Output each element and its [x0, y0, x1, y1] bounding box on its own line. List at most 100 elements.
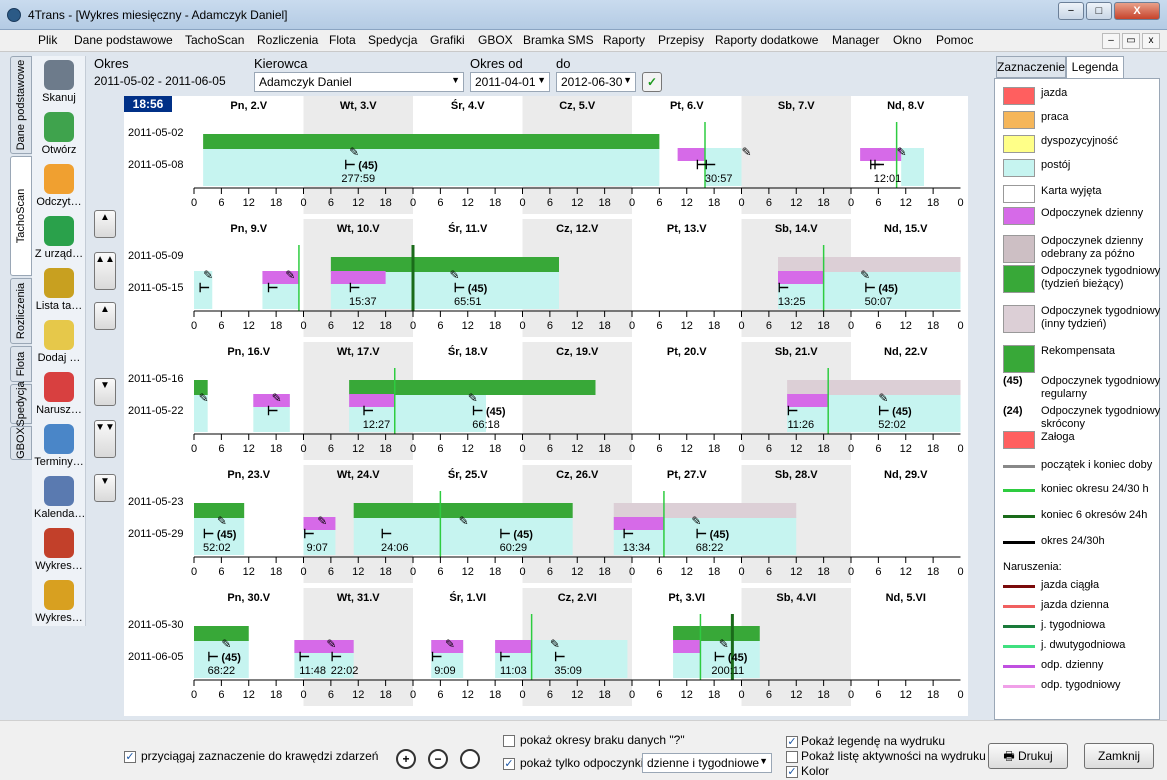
toolbar-button-7[interactable]: Terminy… [34, 420, 84, 478]
green-rest-bar[interactable] [203, 134, 660, 149]
toolbar-icon [44, 580, 74, 610]
cyan-rest-bar[interactable] [203, 148, 660, 186]
mdi-button-1[interactable]: ▭ [1122, 33, 1140, 49]
pencil-icon[interactable]: ✎ [742, 145, 752, 159]
color-checkbox[interactable]: ✓ [786, 766, 798, 778]
mdi-button-0[interactable]: – [1102, 33, 1120, 49]
pencil-icon[interactable]: ✎ [450, 268, 460, 282]
day-label: Sb, 28.V [775, 469, 818, 481]
grey-rest-bar[interactable] [787, 380, 961, 395]
menu-item-14[interactable]: Pomoc [936, 33, 973, 47]
snap-checkbox[interactable]: ✓ [124, 751, 136, 763]
week-nav-button-4[interactable]: ▼▼ [94, 420, 116, 458]
activity-print-checkbox[interactable] [786, 751, 798, 763]
toolbar-button-1[interactable]: Otwórz [34, 108, 84, 166]
left-tab-1[interactable]: TachoScan [10, 156, 32, 276]
pencil-icon[interactable]: ✎ [326, 637, 336, 651]
hour-tick-label: 18 [818, 689, 830, 701]
toolbar-button-3[interactable]: Z urząd… [34, 212, 84, 270]
menu-item-0[interactable]: Plik [38, 33, 57, 47]
pencil-icon[interactable]: ✎ [691, 514, 701, 528]
menu-item-4[interactable]: Flota [329, 33, 356, 47]
menu-item-13[interactable]: Okno [893, 33, 922, 47]
menu-item-3[interactable]: Rozliczenia [257, 33, 318, 47]
left-tab-3[interactable]: Flota [10, 346, 32, 382]
menu-item-12[interactable]: Manager [832, 33, 879, 47]
close-window-button[interactable]: Zamknij [1084, 743, 1154, 769]
menu-item-2[interactable]: TachoScan [185, 33, 244, 47]
week-nav-button-3[interactable]: ▼ [94, 378, 116, 406]
kierowca-select[interactable]: Adamczyk Daniel ▼ [254, 72, 464, 92]
menu-item-6[interactable]: Grafiki [430, 33, 465, 47]
toolbar-button-10[interactable]: Wykres… [34, 576, 84, 634]
legend-print-checkbox[interactable]: ✓ [786, 736, 798, 748]
menu-item-11[interactable]: Raporty dodatkowe [715, 33, 818, 47]
do-select[interactable]: 2012-06-30 ▼ [556, 72, 636, 92]
only-rest-checkbox[interactable]: ✓ [503, 758, 515, 770]
okres-od-select[interactable]: 2011-04-01 ▼ [470, 72, 550, 92]
left-tab-0[interactable]: Dane podstawowe [10, 56, 32, 154]
pencil-icon[interactable]: ✎ [317, 514, 327, 528]
menu-item-9[interactable]: Raporty [603, 33, 645, 47]
pencil-icon[interactable]: ✎ [468, 391, 478, 405]
left-tab-5[interactable]: GBOX [10, 426, 32, 460]
pencil-icon[interactable]: ✎ [550, 637, 560, 651]
hour-tick-label: 0 [191, 320, 197, 332]
legend-label: dyspozycyjność [1041, 135, 1119, 147]
grey-rest-bar[interactable] [613, 503, 797, 518]
toolbar-button-8[interactable]: Kalenda… [34, 472, 84, 530]
pencil-icon[interactable]: ✎ [221, 637, 231, 651]
minimize-button[interactable]: − [1058, 2, 1084, 20]
toolbar-button-5[interactable]: Dodaj … [34, 316, 84, 374]
pencil-icon[interactable]: ✎ [719, 637, 729, 651]
week-nav-button-5[interactable]: ▼ [94, 474, 116, 502]
pencil-icon[interactable]: ✎ [272, 391, 282, 405]
missing-data-checkbox[interactable] [503, 735, 515, 747]
toolbar-label: Dodaj … [37, 352, 81, 364]
week-nav-button-1[interactable]: ▲▲ [94, 252, 116, 290]
hour-tick-label: 0 [738, 443, 744, 455]
menu-item-10[interactable]: Przepisy [658, 33, 704, 47]
zoom-in-icon[interactable]: + [396, 749, 416, 769]
mdi-button-2[interactable]: x [1142, 33, 1160, 49]
pencil-icon[interactable]: ✎ [217, 514, 227, 528]
purple-rest-bar[interactable] [673, 640, 701, 653]
pencil-icon[interactable]: ✎ [860, 268, 870, 282]
tab-zaznaczenie[interactable]: Zaznaczenie [996, 56, 1066, 78]
purple-rest-bar[interactable] [613, 517, 664, 530]
rest-type-select[interactable]: dzienne i tygodniowe ▼ [642, 753, 772, 773]
week-nav-button-2[interactable]: ▲ [94, 302, 116, 330]
zoom-fit-icon[interactable] [460, 749, 480, 769]
pencil-icon[interactable]: ✎ [878, 391, 888, 405]
green-rest-bar[interactable] [330, 257, 559, 272]
toolbar-button-9[interactable]: Wykres… [34, 524, 84, 582]
pencil-icon[interactable]: ✎ [199, 391, 209, 405]
hour-tick-label: 6 [328, 197, 334, 209]
menu-item-5[interactable]: Spedycja [368, 33, 417, 47]
pencil-icon[interactable]: ✎ [349, 145, 359, 159]
print-button[interactable]: 🖶 Drukuj [988, 743, 1068, 769]
close-button[interactable]: X [1114, 2, 1160, 20]
green-rest-bar[interactable] [673, 626, 760, 641]
pencil-icon[interactable]: ✎ [445, 637, 455, 651]
pencil-icon[interactable]: ✎ [897, 145, 907, 159]
toolbar-button-2[interactable]: Odczyt… [34, 160, 84, 218]
tab-legenda[interactable]: Legenda [1066, 56, 1124, 78]
toolbar-button-0[interactable]: Skanuj [34, 56, 84, 114]
week-nav-button-0[interactable]: ▲ [94, 210, 116, 238]
menu-item-7[interactable]: GBOX [478, 33, 513, 47]
rest-duration: 277:59 [341, 173, 375, 185]
zoom-out-icon[interactable]: − [428, 749, 448, 769]
maximize-button[interactable]: □ [1086, 2, 1112, 20]
pencil-icon[interactable]: ✎ [459, 514, 469, 528]
monthly-chart[interactable]: 18:56 Pn, 2.V Wt, 3.V Śr, 4.V Cz, 5.V Pt, 6.… [124, 96, 968, 716]
left-tab-2[interactable]: Rozliczenia [10, 278, 32, 344]
left-tab-4[interactable]: Spedycja [10, 381, 32, 427]
toolbar-button-4[interactable]: Lista ta… [34, 264, 84, 322]
apply-button[interactable]: ✓ [642, 72, 662, 92]
toolbar-button-6[interactable]: Narusz… [34, 368, 84, 426]
pencil-icon[interactable]: ✎ [203, 268, 213, 282]
menu-item-8[interactable]: Bramka SMS [523, 33, 594, 47]
menu-item-1[interactable]: Dane podstawowe [74, 33, 173, 47]
pencil-icon[interactable]: ✎ [285, 268, 295, 282]
